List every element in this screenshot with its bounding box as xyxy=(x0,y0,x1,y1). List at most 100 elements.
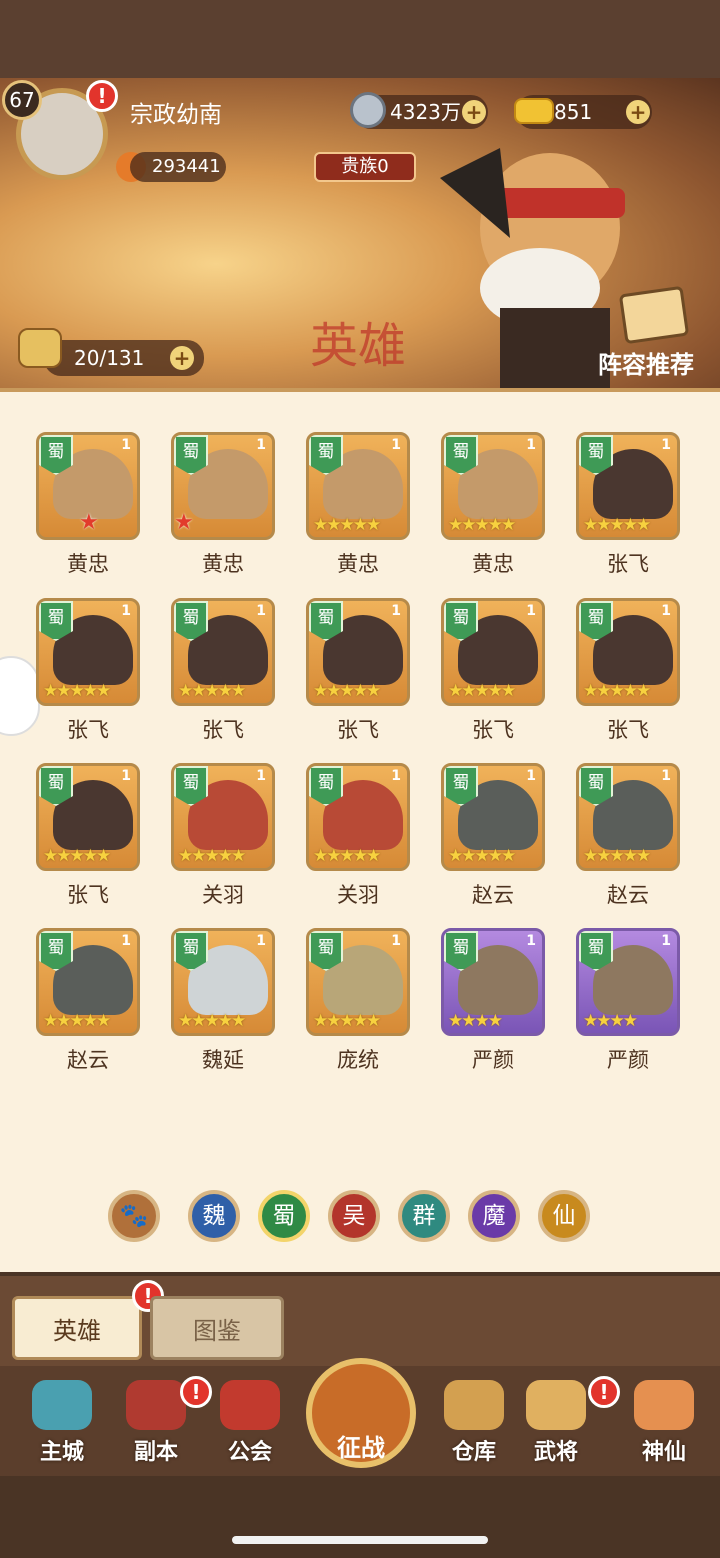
hero-card[interactable]: 蜀 1 ★★★★★ xyxy=(306,763,410,871)
hero-copies: 1 xyxy=(256,437,266,453)
hero-name: 黄忠 xyxy=(202,552,244,576)
home-indicator[interactable] xyxy=(232,1536,488,1544)
faction-filter-6[interactable]: 仙 xyxy=(538,1190,590,1242)
hero-name: 张飞 xyxy=(472,718,514,742)
hero-name: 张飞 xyxy=(202,718,244,742)
dungeon-alert-icon: ! xyxy=(180,1376,212,1408)
player-level: 67 xyxy=(2,80,42,120)
hero-name: 赵云 xyxy=(67,1048,109,1072)
faction-filter-2[interactable]: 蜀 xyxy=(258,1190,310,1242)
hero-stars: ★★★★★ xyxy=(313,1011,381,1031)
hero-copies: 1 xyxy=(121,437,131,453)
hero-name: 张飞 xyxy=(607,552,649,576)
hero-card[interactable]: 蜀 1 ★★★★★ xyxy=(576,598,680,706)
hero-name: 赵云 xyxy=(607,883,649,907)
faction-filter-4[interactable]: 群 xyxy=(398,1190,450,1242)
faction-filter-5[interactable]: 魔 xyxy=(468,1190,520,1242)
hero-copies: 1 xyxy=(256,603,266,619)
hero-card[interactable]: 蜀 1 ★★★★★ xyxy=(171,598,275,706)
side-expand-button[interactable] xyxy=(0,656,40,736)
hero-copies: 1 xyxy=(661,768,671,784)
tab-codex[interactable]: 图鉴 xyxy=(150,1296,284,1360)
lineup-recommend-button[interactable]: 阵容推荐 xyxy=(598,345,694,380)
hero-card[interactable]: 蜀 1 ★★★★★ xyxy=(576,763,680,871)
nav-button-4[interactable]: 仓库 xyxy=(434,1380,514,1465)
hero-card[interactable]: 蜀 1 ★★★★★ xyxy=(306,928,410,1036)
add-gold-button[interactable]: + xyxy=(626,100,650,124)
nav-button-2[interactable]: 公会 xyxy=(210,1380,290,1465)
hero-card[interactable]: 蜀 1 ★★★★★ xyxy=(36,598,140,706)
hero-stars: ★★★★★ xyxy=(43,681,111,701)
hero-name: 关羽 xyxy=(202,883,244,907)
hero-card[interactable]: 蜀 1 ★★★★★ xyxy=(306,432,410,540)
nav-label: 神仙 xyxy=(641,1440,686,1465)
hero-name: 严颜 xyxy=(607,1048,649,1072)
hero-stars: ★★★★★ xyxy=(313,681,381,701)
hero-copies: 1 xyxy=(121,603,131,619)
hero-name: 黄忠 xyxy=(67,552,109,576)
hero-name: 魏延 xyxy=(202,1048,244,1072)
hero-stars: ★★★★★ xyxy=(43,1011,111,1031)
hero-stars: ★★★★★ xyxy=(313,515,381,535)
nav-icon xyxy=(634,1380,694,1430)
hero-stars: ★★★★★ xyxy=(583,846,651,866)
hero-card[interactable]: 蜀 1 ★★★★★ xyxy=(36,928,140,1036)
hero-card[interactable]: 蜀 1 ★★★★★ xyxy=(441,598,545,706)
hero-name: 黄忠 xyxy=(337,552,379,576)
nav-icon xyxy=(126,1380,186,1430)
hero-card[interactable]: 蜀 1 ★★★★★ xyxy=(36,763,140,871)
add-hero-slot-button[interactable]: + xyxy=(170,346,194,370)
hero-card[interactable]: 蜀 1 ★★★★★ xyxy=(441,763,545,871)
hero-count-icon xyxy=(18,328,62,368)
hero-card[interactable]: 蜀 1 ★★★★★ xyxy=(171,928,275,1036)
nav-button-5[interactable]: 武将 xyxy=(516,1380,596,1465)
gold-value: 851 xyxy=(554,100,593,124)
red-star-icon: ★ xyxy=(79,510,99,535)
hero-copies: 1 xyxy=(661,437,671,453)
hero-card[interactable]: 蜀 1 ★★★★★ xyxy=(576,432,680,540)
nav-button-0[interactable]: 主城 xyxy=(22,1380,102,1465)
hero-stars: ★★★★★ xyxy=(178,681,246,701)
hero-stars: ★★★★ xyxy=(583,1011,638,1031)
hero-card[interactable]: 蜀 1 ★★★★★ xyxy=(306,598,410,706)
top-bar xyxy=(0,0,720,78)
hero-name: 庞统 xyxy=(337,1048,379,1072)
nav-label: 征战 xyxy=(337,1434,385,1462)
hero-stars: ★★★★★ xyxy=(313,846,381,866)
player-name: 宗政幼南 xyxy=(130,102,222,128)
faction-filter-1[interactable]: 魏 xyxy=(188,1190,240,1242)
nav-label: 公会 xyxy=(227,1440,272,1465)
hero-name: 关羽 xyxy=(337,883,379,907)
hero-card[interactable]: 蜀 1 ★ xyxy=(36,432,140,540)
hero-name: 张飞 xyxy=(337,718,379,742)
faction-filter-3[interactable]: 吴 xyxy=(328,1190,380,1242)
gold-ingot-icon xyxy=(514,98,554,124)
hero-copies: 1 xyxy=(526,768,536,784)
add-coins-button[interactable]: + xyxy=(462,100,486,124)
generals-alert-icon: ! xyxy=(588,1376,620,1408)
hero-stars: ★★★★★ xyxy=(583,515,651,535)
nav-label: 主城 xyxy=(39,1440,84,1465)
hero-card[interactable]: 蜀 1 ★★★★ xyxy=(441,928,545,1036)
hero-name: 张飞 xyxy=(67,718,109,742)
hero-card[interactable]: 蜀 1 ★★★★★ xyxy=(441,432,545,540)
lineup-card-icon[interactable] xyxy=(618,285,690,345)
hero-stars: ★★★★ xyxy=(448,1011,503,1031)
hero-card[interactable]: 蜀 1 ★★★★ xyxy=(576,928,680,1036)
tab-heroes[interactable]: 英雄 xyxy=(12,1296,142,1360)
hero-copies: 1 xyxy=(121,933,131,949)
nav-icon xyxy=(526,1380,586,1430)
hero-name: 张飞 xyxy=(607,718,649,742)
hero-copies: 1 xyxy=(526,603,536,619)
hero-card[interactable]: 蜀 1 ★ xyxy=(171,432,275,540)
hero-copies: 1 xyxy=(256,768,266,784)
hero-stars: ★★★★★ xyxy=(448,681,516,701)
nav-campaign-button[interactable]: 征战 xyxy=(306,1358,416,1468)
hero-stars: ★★★★★ xyxy=(448,846,516,866)
hero-card[interactable]: 蜀 1 ★★★★★ xyxy=(171,763,275,871)
hero-copies: 1 xyxy=(391,768,401,784)
nav-button-6[interactable]: 神仙 xyxy=(624,1380,704,1465)
filter-all-paw-icon[interactable]: 🐾 xyxy=(108,1190,160,1242)
hero-copies: 1 xyxy=(526,933,536,949)
noble-badge[interactable]: 贵族0 xyxy=(314,152,416,182)
